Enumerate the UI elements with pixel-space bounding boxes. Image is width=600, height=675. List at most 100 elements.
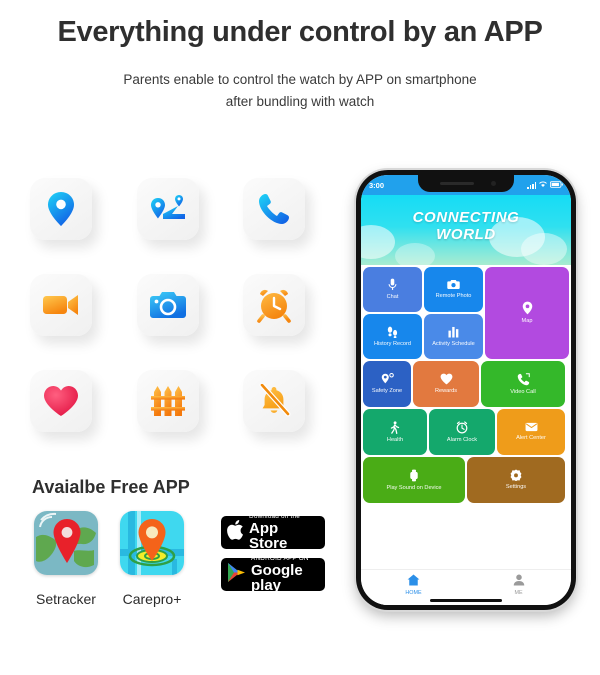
app-tile-grid: Chat Remote Photo History Record Activit…	[361, 265, 571, 507]
app-store-text: Download on the App Store	[249, 513, 319, 553]
feature-tile-call[interactable]	[243, 178, 305, 240]
fence-geofence-icon	[150, 384, 186, 418]
footsteps-icon	[387, 326, 398, 338]
tile-map[interactable]: Map	[485, 267, 569, 359]
feature-icon-grid	[30, 178, 320, 443]
phone-mockup: 3:00 CONNECTING WORLD Chat Remote Photo …	[356, 170, 576, 610]
tile-chat[interactable]: Chat	[363, 267, 422, 312]
promo-page: Everything under control by an APP Paren…	[0, 0, 600, 675]
wifi-icon	[539, 181, 547, 190]
banner-title: CONNECTING WORLD	[361, 209, 571, 243]
tile-remote-photo[interactable]: Remote Photo	[424, 267, 483, 312]
tile-label: Health	[386, 436, 404, 443]
location-pin-icon	[44, 191, 78, 227]
tab-me[interactable]: ME	[466, 574, 571, 596]
phone-screen: 3:00 CONNECTING WORLD Chat Remote Photo …	[361, 175, 571, 605]
cloud-shape	[395, 243, 435, 265]
feature-tile-camera[interactable]	[137, 274, 199, 336]
tile-subrow-a: Chat Remote Photo	[363, 267, 483, 312]
feature-tile-geofence[interactable]	[137, 370, 199, 432]
feature-tile-silent[interactable]	[243, 370, 305, 432]
tab-home[interactable]: HOME	[361, 574, 466, 596]
feature-tile-route[interactable]	[137, 178, 199, 240]
heart-icon	[43, 385, 79, 417]
tile-rewards[interactable]: Rewards	[413, 361, 479, 407]
app-icon-setracker[interactable]	[34, 511, 98, 575]
gear-icon	[510, 469, 522, 481]
tile-label: Safety Zone	[371, 388, 403, 394]
signal-bars-icon	[527, 181, 536, 189]
tile-label: Remote Photo	[435, 293, 472, 299]
status-time: 3:00	[369, 180, 385, 190]
tile-row-3: Health Alarm Clock Alert Center	[363, 409, 569, 455]
tile-play-sound-on-device[interactable]: Play Sound on Device	[363, 457, 465, 503]
tile-label: Settings	[505, 484, 527, 490]
alarm-icon	[456, 420, 468, 434]
microphone-icon	[388, 278, 397, 291]
photo-camera-icon	[149, 290, 187, 320]
apple-icon	[227, 520, 244, 545]
feature-tile-location[interactable]	[30, 178, 92, 240]
bell-muted-icon	[257, 384, 291, 418]
app-icon-carepro[interactable]	[120, 511, 184, 575]
tile-label: Rewards	[434, 388, 458, 394]
tile-settings[interactable]: Settings	[467, 457, 565, 503]
tile-safety-zone[interactable]: Safety Zone	[363, 361, 411, 407]
tile-subrow-b: History Record Activity Schedule	[363, 314, 483, 359]
tile-label: Alert Center	[516, 435, 546, 441]
tile-label: Alarm Clock	[446, 436, 478, 443]
feature-tile-health[interactable]	[30, 370, 92, 432]
tile-row-2: Safety Zone Rewards Video Call	[363, 361, 569, 407]
page-subtitle: Parents enable to control the watch by A…	[0, 69, 600, 113]
camera-icon	[447, 279, 460, 290]
app-label-setracker: Setracker	[36, 591, 96, 607]
page-title: Everything under control by an APP	[57, 16, 543, 48]
front-camera-icon	[491, 181, 496, 186]
tile-row-1: Chat Remote Photo History Record Activit…	[363, 267, 569, 359]
subtitle-line-1: Parents enable to control the watch by A…	[123, 72, 477, 87]
tile-health[interactable]: Health	[363, 409, 427, 455]
banner-line-1: CONNECTING	[412, 209, 520, 226]
tile-alert-center[interactable]: Alert Center	[497, 409, 565, 455]
google-play-text: ANDROID APP ON Google play	[251, 555, 319, 595]
app-store-badge[interactable]: Download on the App Store	[221, 513, 325, 553]
phone-notch	[418, 175, 514, 192]
earpiece-speaker	[440, 182, 474, 185]
banner-line-2: WORLD	[436, 226, 496, 243]
tile-activity-schedule[interactable]: Activity Schedule	[424, 314, 483, 359]
tile-label: Map	[521, 318, 533, 324]
phone-call-icon	[257, 192, 291, 226]
tile-history-record[interactable]: History Record	[363, 314, 422, 359]
tile-alarm-clock[interactable]: Alarm Clock	[429, 409, 495, 455]
route-map-icon	[148, 192, 188, 226]
phone-icon	[517, 372, 530, 386]
person-icon	[513, 574, 525, 588]
subtitle-line-2: after bundling with watch	[225, 94, 375, 109]
alarm-clock-icon	[256, 287, 292, 323]
tile-label: Video Call	[510, 388, 536, 395]
map-pin-icon	[522, 301, 533, 315]
available-apps-title: Avaialbe Free APP	[32, 477, 190, 497]
feature-tile-alarm[interactable]	[243, 274, 305, 336]
google-play-big-text: Google play	[251, 562, 303, 595]
tile-video-call[interactable]: Video Call	[481, 361, 565, 407]
watch-icon	[409, 469, 419, 482]
home-indicator	[430, 599, 502, 602]
heart-icon	[440, 373, 453, 385]
play-triangle-icon	[227, 562, 246, 588]
tile-label: History Record	[374, 340, 411, 347]
tab-label: ME	[514, 589, 523, 596]
chart-bars-icon	[448, 326, 459, 338]
envelope-icon	[525, 422, 538, 432]
app-banner: CONNECTING WORLD	[361, 195, 571, 265]
app-store-big-text: App Store	[249, 520, 288, 553]
tile-label: Activity Schedule	[432, 340, 475, 347]
battery-icon	[550, 180, 563, 190]
status-indicators	[527, 180, 563, 190]
feature-tile-video[interactable]	[30, 274, 92, 336]
video-camera-icon	[42, 292, 80, 318]
walking-icon	[390, 420, 400, 434]
tab-label: HOME	[405, 589, 422, 596]
google-play-badge[interactable]: ANDROID APP ON Google play	[221, 555, 325, 595]
tile-label: Chat	[386, 294, 399, 300]
